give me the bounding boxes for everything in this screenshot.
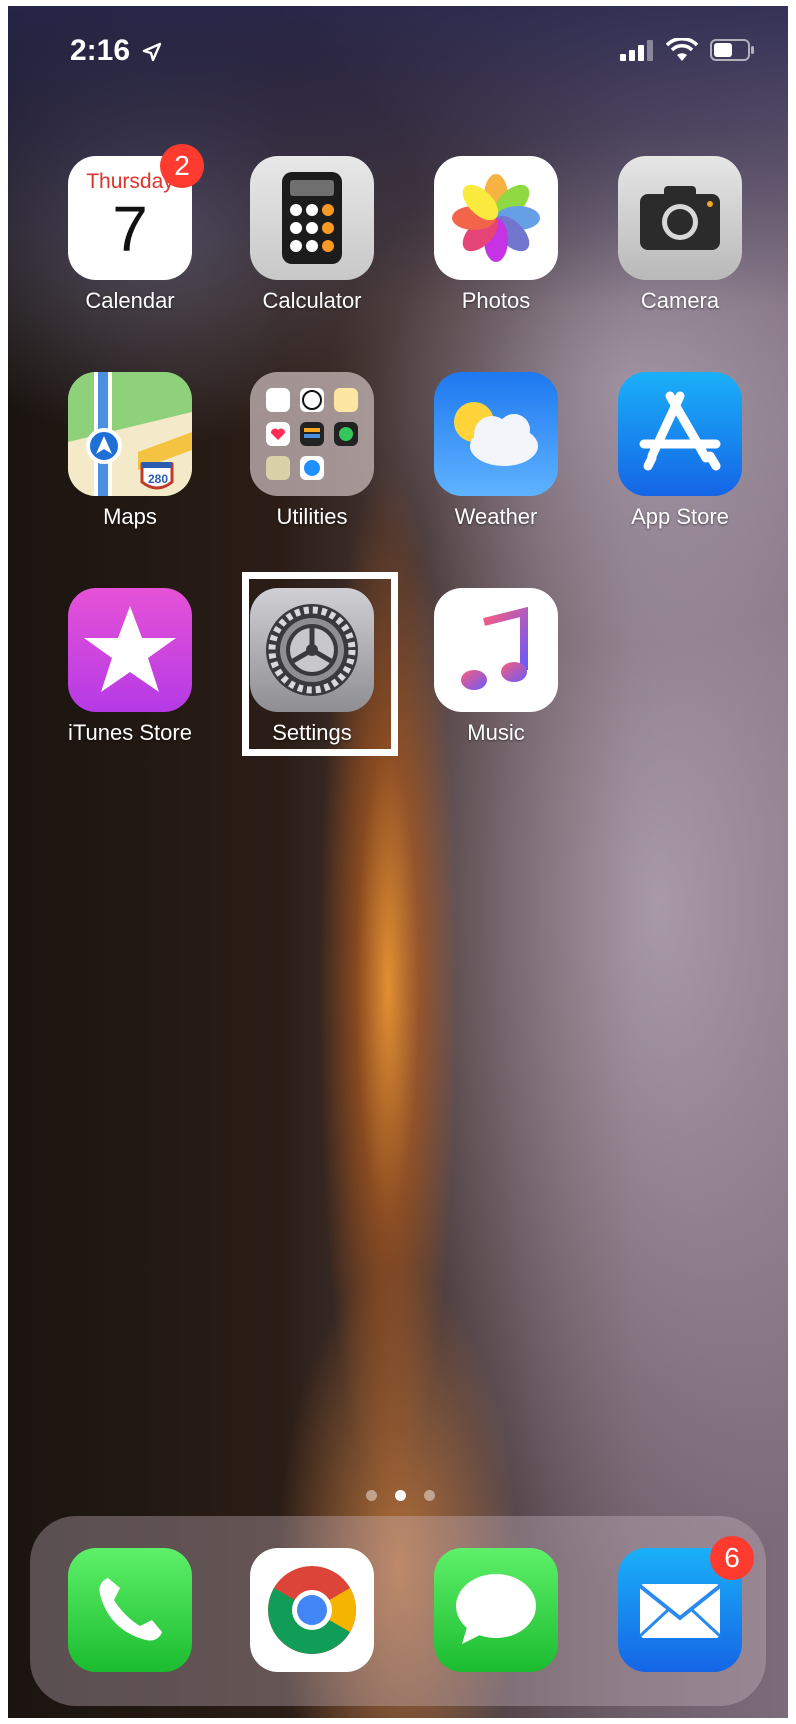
dock-app-messages[interactable] [434,1548,558,1672]
app-store-icon [618,372,742,496]
app-camera[interactable]: Camera [618,156,742,314]
page-dot [424,1490,435,1501]
app-label: Weather [454,504,538,529]
dock-app-phone[interactable] [68,1548,192,1672]
battery-icon [710,39,754,61]
app-photos[interactable]: Photos [434,156,558,314]
app-itunes-store[interactable]: iTunes Store [68,588,192,746]
home-screen: 2:16 2 Thursday 7 Calendar Calculator Ph… [8,6,788,1718]
chrome-icon [250,1548,374,1672]
photos-icon [434,156,558,280]
app-label: iTunes Store [68,720,192,745]
app-label: App Store [631,504,729,529]
app-maps[interactable]: 280 Maps [68,372,192,530]
notification-badge: 6 [710,1536,754,1580]
app-label: Music [467,720,525,745]
app-music[interactable]: Music [434,588,558,746]
status-icons [620,38,756,62]
app-calculator[interactable]: Calculator [250,156,374,314]
folder-icon [250,372,374,496]
app-label: Maps [103,504,157,529]
notification-badge: 2 [160,144,204,188]
phone-icon [68,1548,192,1672]
app-label: Camera [640,288,720,313]
app-label: Photos [461,288,531,313]
calendar-day: 7 [112,193,148,265]
app-label: Calculator [262,288,362,313]
app-label: Utilities [276,504,348,529]
status-time: 2:16 [70,34,162,68]
maps-icon: 280 [68,372,192,496]
cellular-signal-icon [620,40,653,61]
dock-app-mail[interactable]: 6 [618,1536,754,1672]
camera-icon [618,156,742,280]
folder-utilities[interactable]: Utilities [250,372,374,530]
app-calendar[interactable]: 2 Thursday 7 Calendar [68,144,204,314]
calculator-icon [250,156,374,280]
page-dot-active [395,1490,406,1501]
clock-text: 2:16 [70,34,131,67]
app-app-store[interactable]: App Store [618,372,742,530]
settings-highlight-box [242,572,398,756]
messages-icon [434,1548,558,1672]
app-weather[interactable]: Weather [434,372,558,530]
maps-route-sign: 280 [147,472,169,486]
weather-icon [434,372,558,496]
location-arrow-icon [143,42,162,62]
music-icon [434,588,558,712]
dock-app-chrome[interactable] [250,1548,374,1672]
page-dot [366,1490,377,1501]
app-label: Calendar [85,288,175,313]
wifi-icon [666,38,698,61]
page-indicator[interactable] [366,1490,435,1501]
itunes-store-icon [68,588,192,712]
